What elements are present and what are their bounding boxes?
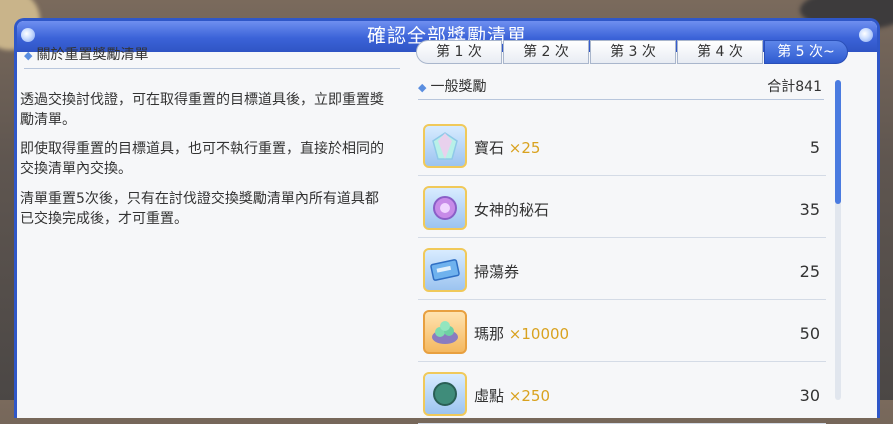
item-icon (423, 372, 467, 416)
mana-icon (423, 310, 467, 354)
list-item: 掃蕩券 25 (418, 244, 826, 300)
reset-info-paragraph: 透過交換討伐證，可在取得重置的目標道具後，立即重置獎勵清單。 (20, 92, 384, 128)
item-quantity: ×10000 (508, 325, 570, 343)
item-name: 瑪那 (474, 325, 505, 343)
tab-round-4[interactable]: 第 4 次 (677, 40, 763, 64)
reset-info-paragraph: 清單重置5次後，只有在討伐證交換獎勵清單內所有道具都已交換完成後，才可重置。 (20, 191, 379, 227)
item-name: 寶石 (474, 139, 505, 157)
item-name: 掃蕩券 (474, 263, 520, 281)
item-name: 虛點 (474, 387, 505, 405)
item-cost: 5 (809, 138, 820, 157)
item-cost: 50 (799, 324, 820, 343)
corner-ornament-icon (21, 28, 35, 42)
list-item: 女神的秘石 35 (418, 182, 826, 238)
list-item: 寶石 ×25 5 (418, 120, 826, 176)
tab-round-5-plus[interactable]: 第 5 次~ (764, 40, 848, 64)
item-quantity: ×25 (508, 139, 541, 157)
item-cost: 25 (799, 262, 820, 281)
reset-info-paragraph: 即使取得重置的目標道具，也可不執行重置，直接於相同的交換清單內交換。 (20, 141, 384, 177)
diamond-bullet-icon: ◆ (418, 81, 427, 94)
corner-ornament-icon (859, 28, 873, 42)
reward-category-label: 一般獎勵 (430, 79, 487, 95)
list-item: 虛點 ×250 30 (418, 368, 826, 424)
goddess-stone-icon (423, 186, 467, 230)
tab-round-3[interactable]: 第 3 次 (590, 40, 676, 64)
gem-icon (423, 124, 467, 168)
sweep-ticket-icon (423, 248, 467, 292)
round-tabs: 第 1 次 第 2 次 第 3 次 第 4 次 第 5 次~ (416, 40, 849, 68)
list-scrollbar[interactable] (835, 80, 841, 400)
reward-total: 合計841 (767, 79, 822, 95)
reward-list-header: ◆ 一般獎勵 合計841 (418, 77, 824, 100)
scrollbar-thumb[interactable] (835, 80, 841, 204)
list-item: 瑪那 ×10000 50 (418, 306, 826, 362)
reset-info-heading: ◆ 關於重置獎勵清單 (24, 44, 400, 69)
item-quantity: ×250 (508, 387, 550, 405)
diamond-bullet-icon: ◆ (24, 49, 33, 62)
item-cost: 30 (799, 386, 820, 405)
tab-round-1[interactable]: 第 1 次 (416, 40, 502, 64)
item-name: 女神的秘石 (474, 201, 550, 219)
tab-round-2[interactable]: 第 2 次 (503, 40, 589, 64)
item-cost: 35 (799, 200, 820, 219)
